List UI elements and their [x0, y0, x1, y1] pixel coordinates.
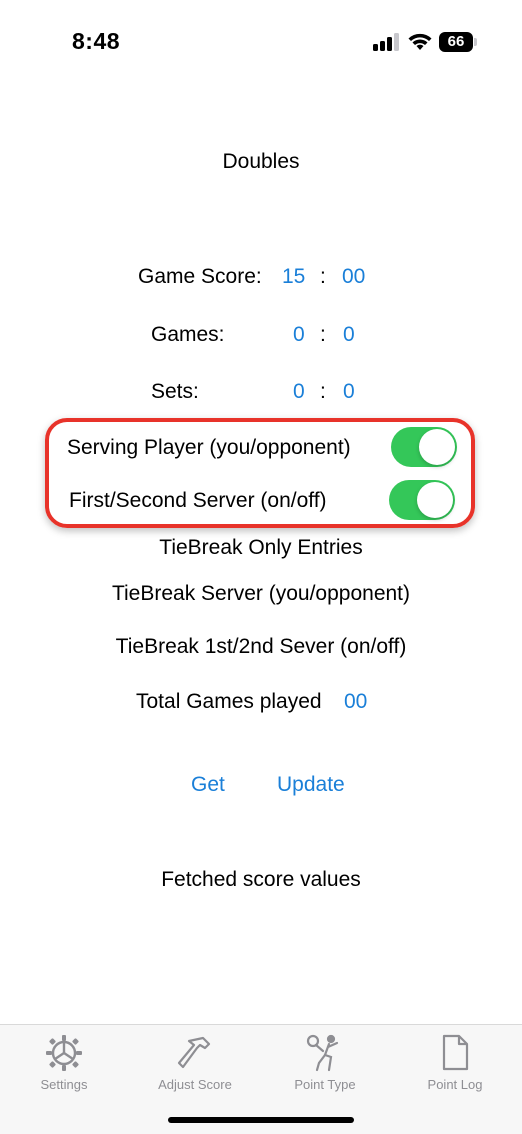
wifi-icon: [408, 33, 432, 50]
sets-label: Sets:: [151, 380, 199, 403]
tab-adjust-score-label: Adjust Score: [158, 1077, 232, 1092]
sets-right-value[interactable]: 0: [343, 380, 355, 404]
sets-separator: :: [320, 380, 326, 403]
tab-point-log-label: Point Log: [427, 1077, 483, 1092]
tab-adjust-score[interactable]: Adjust Score: [140, 1033, 250, 1092]
game-score-left-value[interactable]: 15: [282, 265, 305, 289]
get-button[interactable]: Get: [191, 773, 225, 797]
tab-point-type[interactable]: Point Type: [270, 1033, 380, 1092]
games-left-value[interactable]: 0: [293, 323, 305, 347]
games-right-value[interactable]: 0: [343, 323, 355, 347]
serving-player-label: Serving Player (you/opponent): [67, 436, 351, 459]
document-icon: [442, 1034, 469, 1071]
home-indicator: [168, 1117, 354, 1123]
sets-left-value[interactable]: 0: [293, 380, 305, 404]
tiebreak-server-label: TieBreak Server (you/opponent): [111, 582, 411, 605]
first-second-server-label: First/Second Server (on/off): [69, 489, 327, 512]
page-title: Doubles: [222, 150, 300, 173]
update-button[interactable]: Update: [277, 773, 345, 797]
tiebreak-heading: TieBreak Only Entries: [159, 536, 363, 559]
total-games-value[interactable]: 00: [344, 690, 367, 714]
cellular-signal-icon: [373, 33, 401, 51]
serving-player-toggle[interactable]: [391, 427, 457, 467]
game-score-separator: :: [320, 265, 326, 288]
status-time: 8:48: [72, 28, 121, 54]
battery-icon: 66: [439, 32, 477, 52]
hammer-icon: [177, 1036, 211, 1069]
tab-settings-label: Settings: [40, 1077, 88, 1092]
games-separator: :: [320, 323, 326, 346]
game-score-right-value[interactable]: 00: [342, 265, 365, 289]
game-score-label: Game Score:: [138, 265, 262, 288]
games-label: Games:: [151, 323, 225, 346]
fetched-score-text: Fetched score values: [161, 868, 361, 891]
tab-point-type-label: Point Type: [294, 1077, 356, 1092]
tennis-player-icon: [306, 1034, 339, 1072]
battery-level: 66: [439, 32, 473, 52]
first-second-server-toggle[interactable]: [389, 480, 455, 520]
total-games-label: Total Games played: [136, 690, 322, 713]
tab-settings[interactable]: Settings: [9, 1033, 119, 1092]
settings-icon: [46, 1035, 82, 1071]
tiebreak-sever-label: TieBreak 1st/2nd Sever (on/off): [115, 635, 407, 658]
tab-point-log[interactable]: Point Log: [400, 1033, 510, 1092]
